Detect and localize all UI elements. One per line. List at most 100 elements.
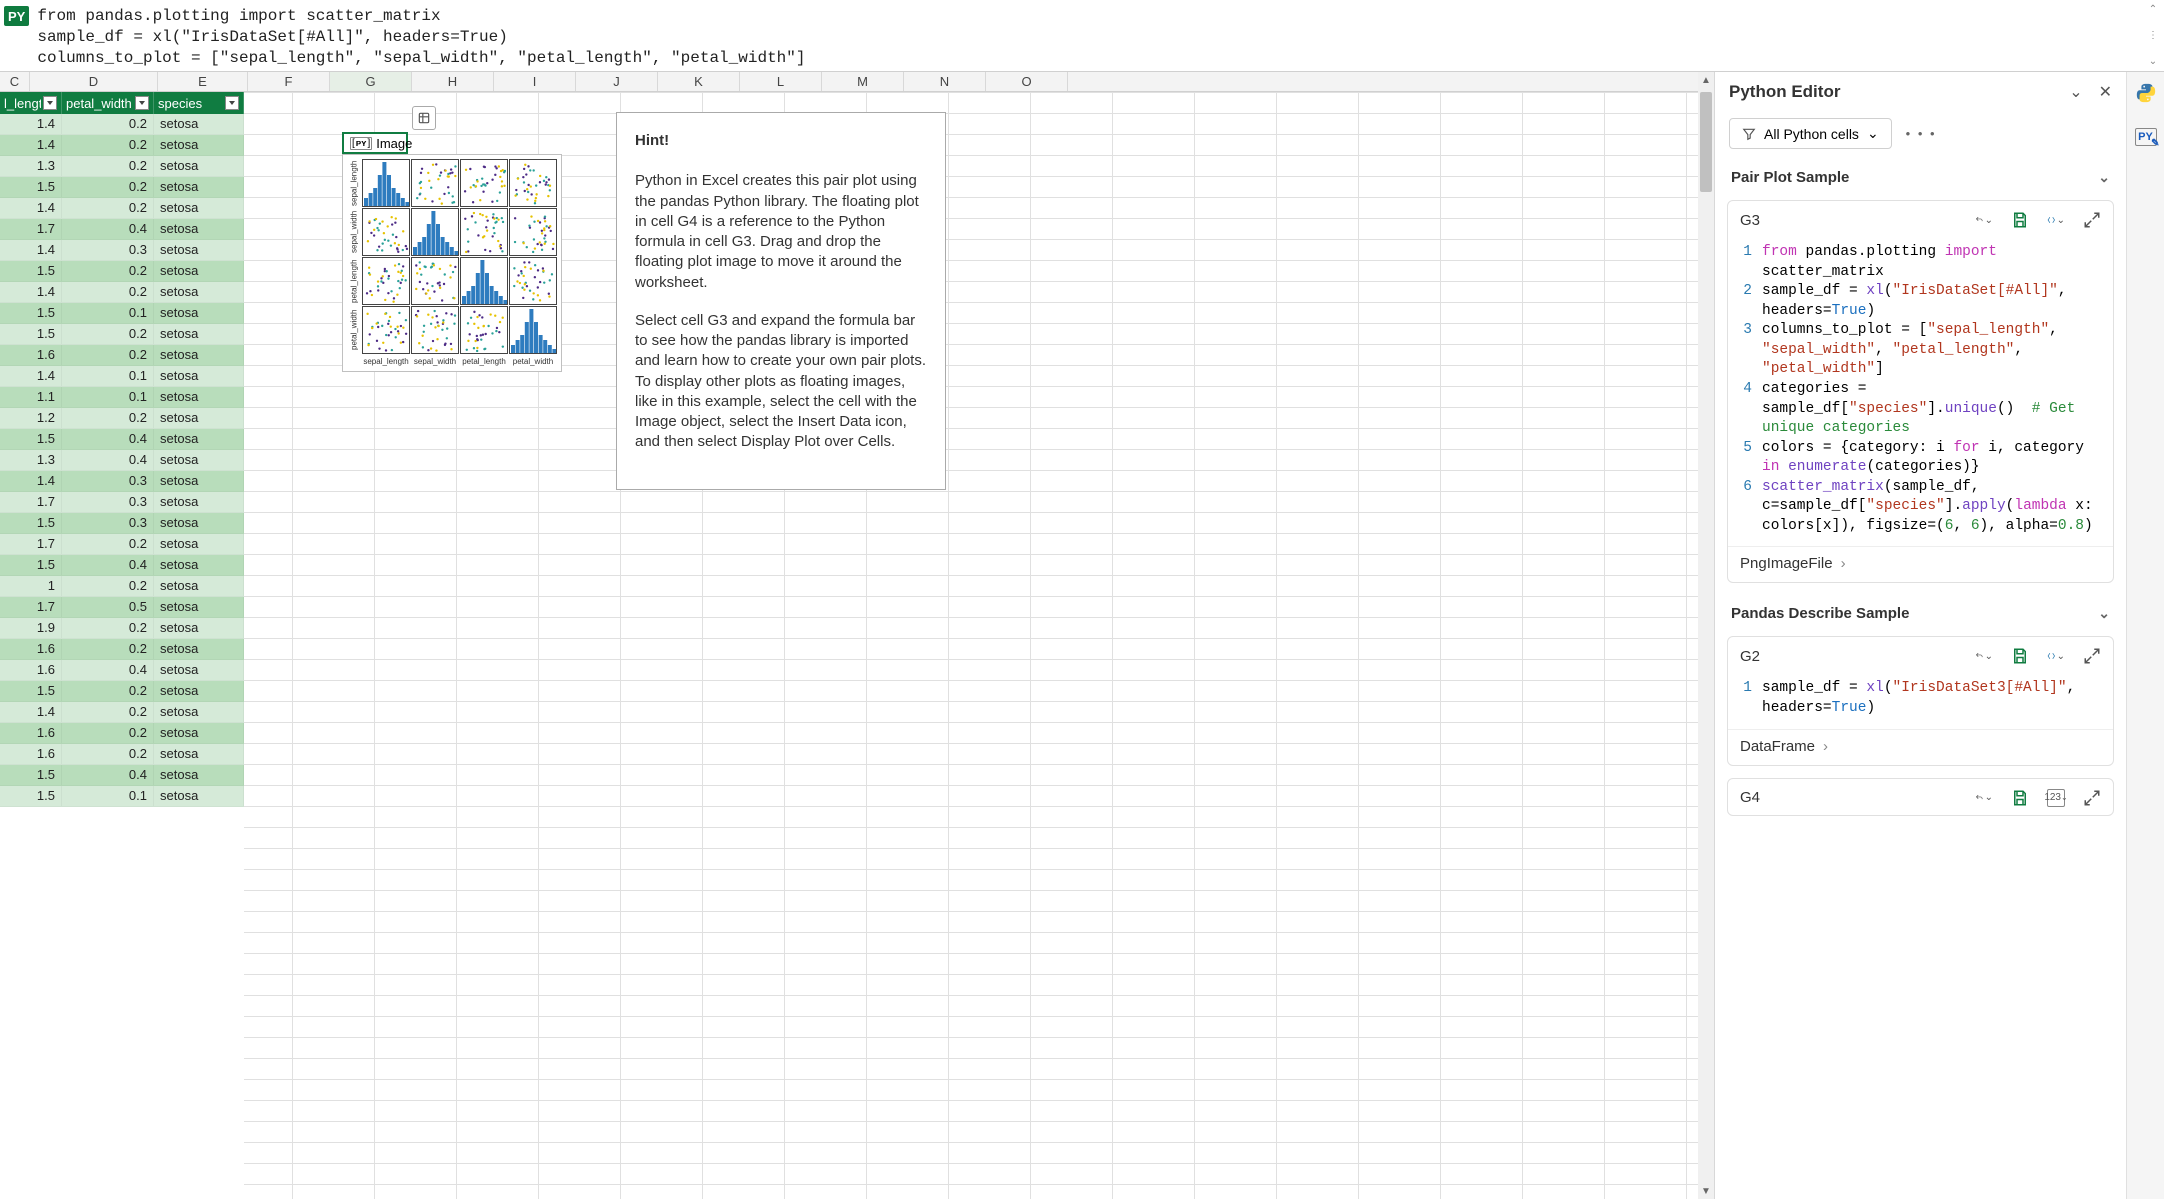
table-row[interactable]: 1.60.2setosa (0, 744, 244, 765)
column-header-n[interactable]: N (904, 72, 986, 91)
table-header-species[interactable]: species (154, 92, 244, 114)
table-cell[interactable]: 1.3 (0, 156, 62, 176)
table-cell[interactable]: 0.2 (62, 114, 154, 134)
undo-icon[interactable]: ⌄ (1975, 211, 1993, 229)
table-cell[interactable]: setosa (154, 639, 244, 659)
table-cell[interactable]: 0.3 (62, 492, 154, 512)
table-cell[interactable]: setosa (154, 366, 244, 386)
table-cell[interactable]: 0.2 (62, 723, 154, 743)
table-cell[interactable]: 0.4 (62, 660, 154, 680)
table-cell[interactable]: 0.2 (62, 702, 154, 722)
column-header-k[interactable]: K (658, 72, 740, 91)
table-cell[interactable]: setosa (154, 303, 244, 323)
output-footer[interactable]: DataFrame› (1728, 729, 2113, 765)
table-cell[interactable]: setosa (154, 513, 244, 533)
table-cell[interactable]: 0.1 (62, 303, 154, 323)
table-cell[interactable]: setosa (154, 534, 244, 554)
table-row[interactable]: 1.50.2setosa (0, 177, 244, 198)
table-row[interactable]: 1.60.2setosa (0, 345, 244, 366)
table-cell[interactable]: 1.6 (0, 660, 62, 680)
table-row[interactable]: 1.50.4setosa (0, 765, 244, 786)
scroll-up-arrow[interactable]: ▲ (1698, 72, 1714, 88)
table-cell[interactable]: 1.7 (0, 597, 62, 617)
table-row[interactable]: 1.70.4setosa (0, 219, 244, 240)
more-options-icon[interactable]: • • • (1906, 126, 1937, 141)
python-editor-rail-button[interactable]: PY✎ (2135, 128, 2157, 146)
table-cell[interactable]: 1.7 (0, 534, 62, 554)
table-row[interactable]: 1.70.5setosa (0, 597, 244, 618)
table-cell[interactable]: 0.2 (62, 156, 154, 176)
table-row[interactable]: 1.60.2setosa (0, 639, 244, 660)
table-cell[interactable]: setosa (154, 387, 244, 407)
section-title[interactable]: Pandas Describe Sample⌄ (1725, 595, 2120, 632)
scrollbar-thumb[interactable] (1700, 92, 1712, 192)
output-footer[interactable]: PngImageFile› (1728, 546, 2113, 582)
filter-icon[interactable] (225, 96, 239, 110)
table-cell[interactable]: 1.6 (0, 639, 62, 659)
table-row[interactable]: 1.40.3setosa (0, 240, 244, 261)
table-row[interactable]: 1.70.3setosa (0, 492, 244, 513)
output-123-icon[interactable]: 123 ⌄ (2047, 789, 2065, 807)
table-cell[interactable]: setosa (154, 471, 244, 491)
table-cell[interactable]: 1.5 (0, 786, 62, 806)
table-row[interactable]: 1.50.4setosa (0, 555, 244, 576)
table-row[interactable]: 1.70.2setosa (0, 534, 244, 555)
table-cell[interactable]: 0.1 (62, 387, 154, 407)
table-cell[interactable]: 1.5 (0, 177, 62, 197)
table-cell[interactable]: 1.4 (0, 282, 62, 302)
table-cell[interactable]: 1.5 (0, 513, 62, 533)
table-cell[interactable]: 1.4 (0, 114, 62, 134)
table-cell[interactable]: 1.5 (0, 681, 62, 701)
table-cell[interactable]: setosa (154, 198, 244, 218)
table-cell[interactable]: setosa (154, 702, 244, 722)
column-header-l[interactable]: L (740, 72, 822, 91)
table-cell[interactable]: 1.4 (0, 198, 62, 218)
table-row[interactable]: 1.40.3setosa (0, 471, 244, 492)
table-cell[interactable]: setosa (154, 345, 244, 365)
table-cell[interactable]: 1.5 (0, 765, 62, 785)
table-cell[interactable]: 0.4 (62, 555, 154, 575)
table-row[interactable]: 1.50.3setosa (0, 513, 244, 534)
table-row[interactable]: 1.50.1setosa (0, 786, 244, 807)
table-cell[interactable]: 1.3 (0, 450, 62, 470)
table-cell[interactable]: 1 (0, 576, 62, 596)
table-cell[interactable]: 1.5 (0, 429, 62, 449)
table-cell[interactable]: 1.6 (0, 744, 62, 764)
table-row[interactable]: 1.30.2setosa (0, 156, 244, 177)
expand-icon[interactable] (2083, 647, 2101, 665)
table-cell[interactable]: 1.7 (0, 219, 62, 239)
table-cell[interactable]: setosa (154, 555, 244, 575)
vertical-scrollbar[interactable]: ▲ ▼ (1698, 72, 1714, 1199)
filter-icon[interactable] (135, 96, 149, 110)
python-logo-icon[interactable] (2135, 82, 2157, 104)
table-cell[interactable]: setosa (154, 156, 244, 176)
table-row[interactable]: 1.50.2setosa (0, 324, 244, 345)
column-header-g[interactable]: G (330, 72, 412, 91)
table-cell[interactable]: 1.4 (0, 702, 62, 722)
table-cell[interactable]: 1.5 (0, 555, 62, 575)
table-cell[interactable]: setosa (154, 576, 244, 596)
table-cell[interactable]: setosa (154, 261, 244, 281)
table-cell[interactable]: setosa (154, 282, 244, 302)
table-cell[interactable]: 0.3 (62, 471, 154, 491)
table-row[interactable]: 1.90.2setosa (0, 618, 244, 639)
panel-scroll-area[interactable]: Pair Plot Sample⌄G3⌄⌄1from pandas.plotti… (1715, 159, 2126, 1199)
table-row[interactable]: 10.2setosa (0, 576, 244, 597)
table-cell[interactable]: 0.2 (62, 534, 154, 554)
table-cell[interactable]: setosa (154, 219, 244, 239)
table-row[interactable]: 1.60.4setosa (0, 660, 244, 681)
table-cell[interactable]: setosa (154, 786, 244, 806)
insert-data-button[interactable] (412, 106, 436, 130)
table-row[interactable]: 1.50.2setosa (0, 261, 244, 282)
table-cell[interactable]: 1.6 (0, 345, 62, 365)
table-row[interactable]: 1.40.2setosa (0, 198, 244, 219)
table-cell[interactable]: setosa (154, 492, 244, 512)
save-icon[interactable] (2011, 647, 2029, 665)
table-cell[interactable]: setosa (154, 177, 244, 197)
table-cell[interactable]: setosa (154, 240, 244, 260)
table-row[interactable]: 1.50.2setosa (0, 681, 244, 702)
table-row[interactable]: 1.20.2setosa (0, 408, 244, 429)
table-cell[interactable]: setosa (154, 450, 244, 470)
table-row[interactable]: 1.50.1setosa (0, 303, 244, 324)
collapse-panel-icon[interactable]: ⌄ (2069, 82, 2082, 102)
